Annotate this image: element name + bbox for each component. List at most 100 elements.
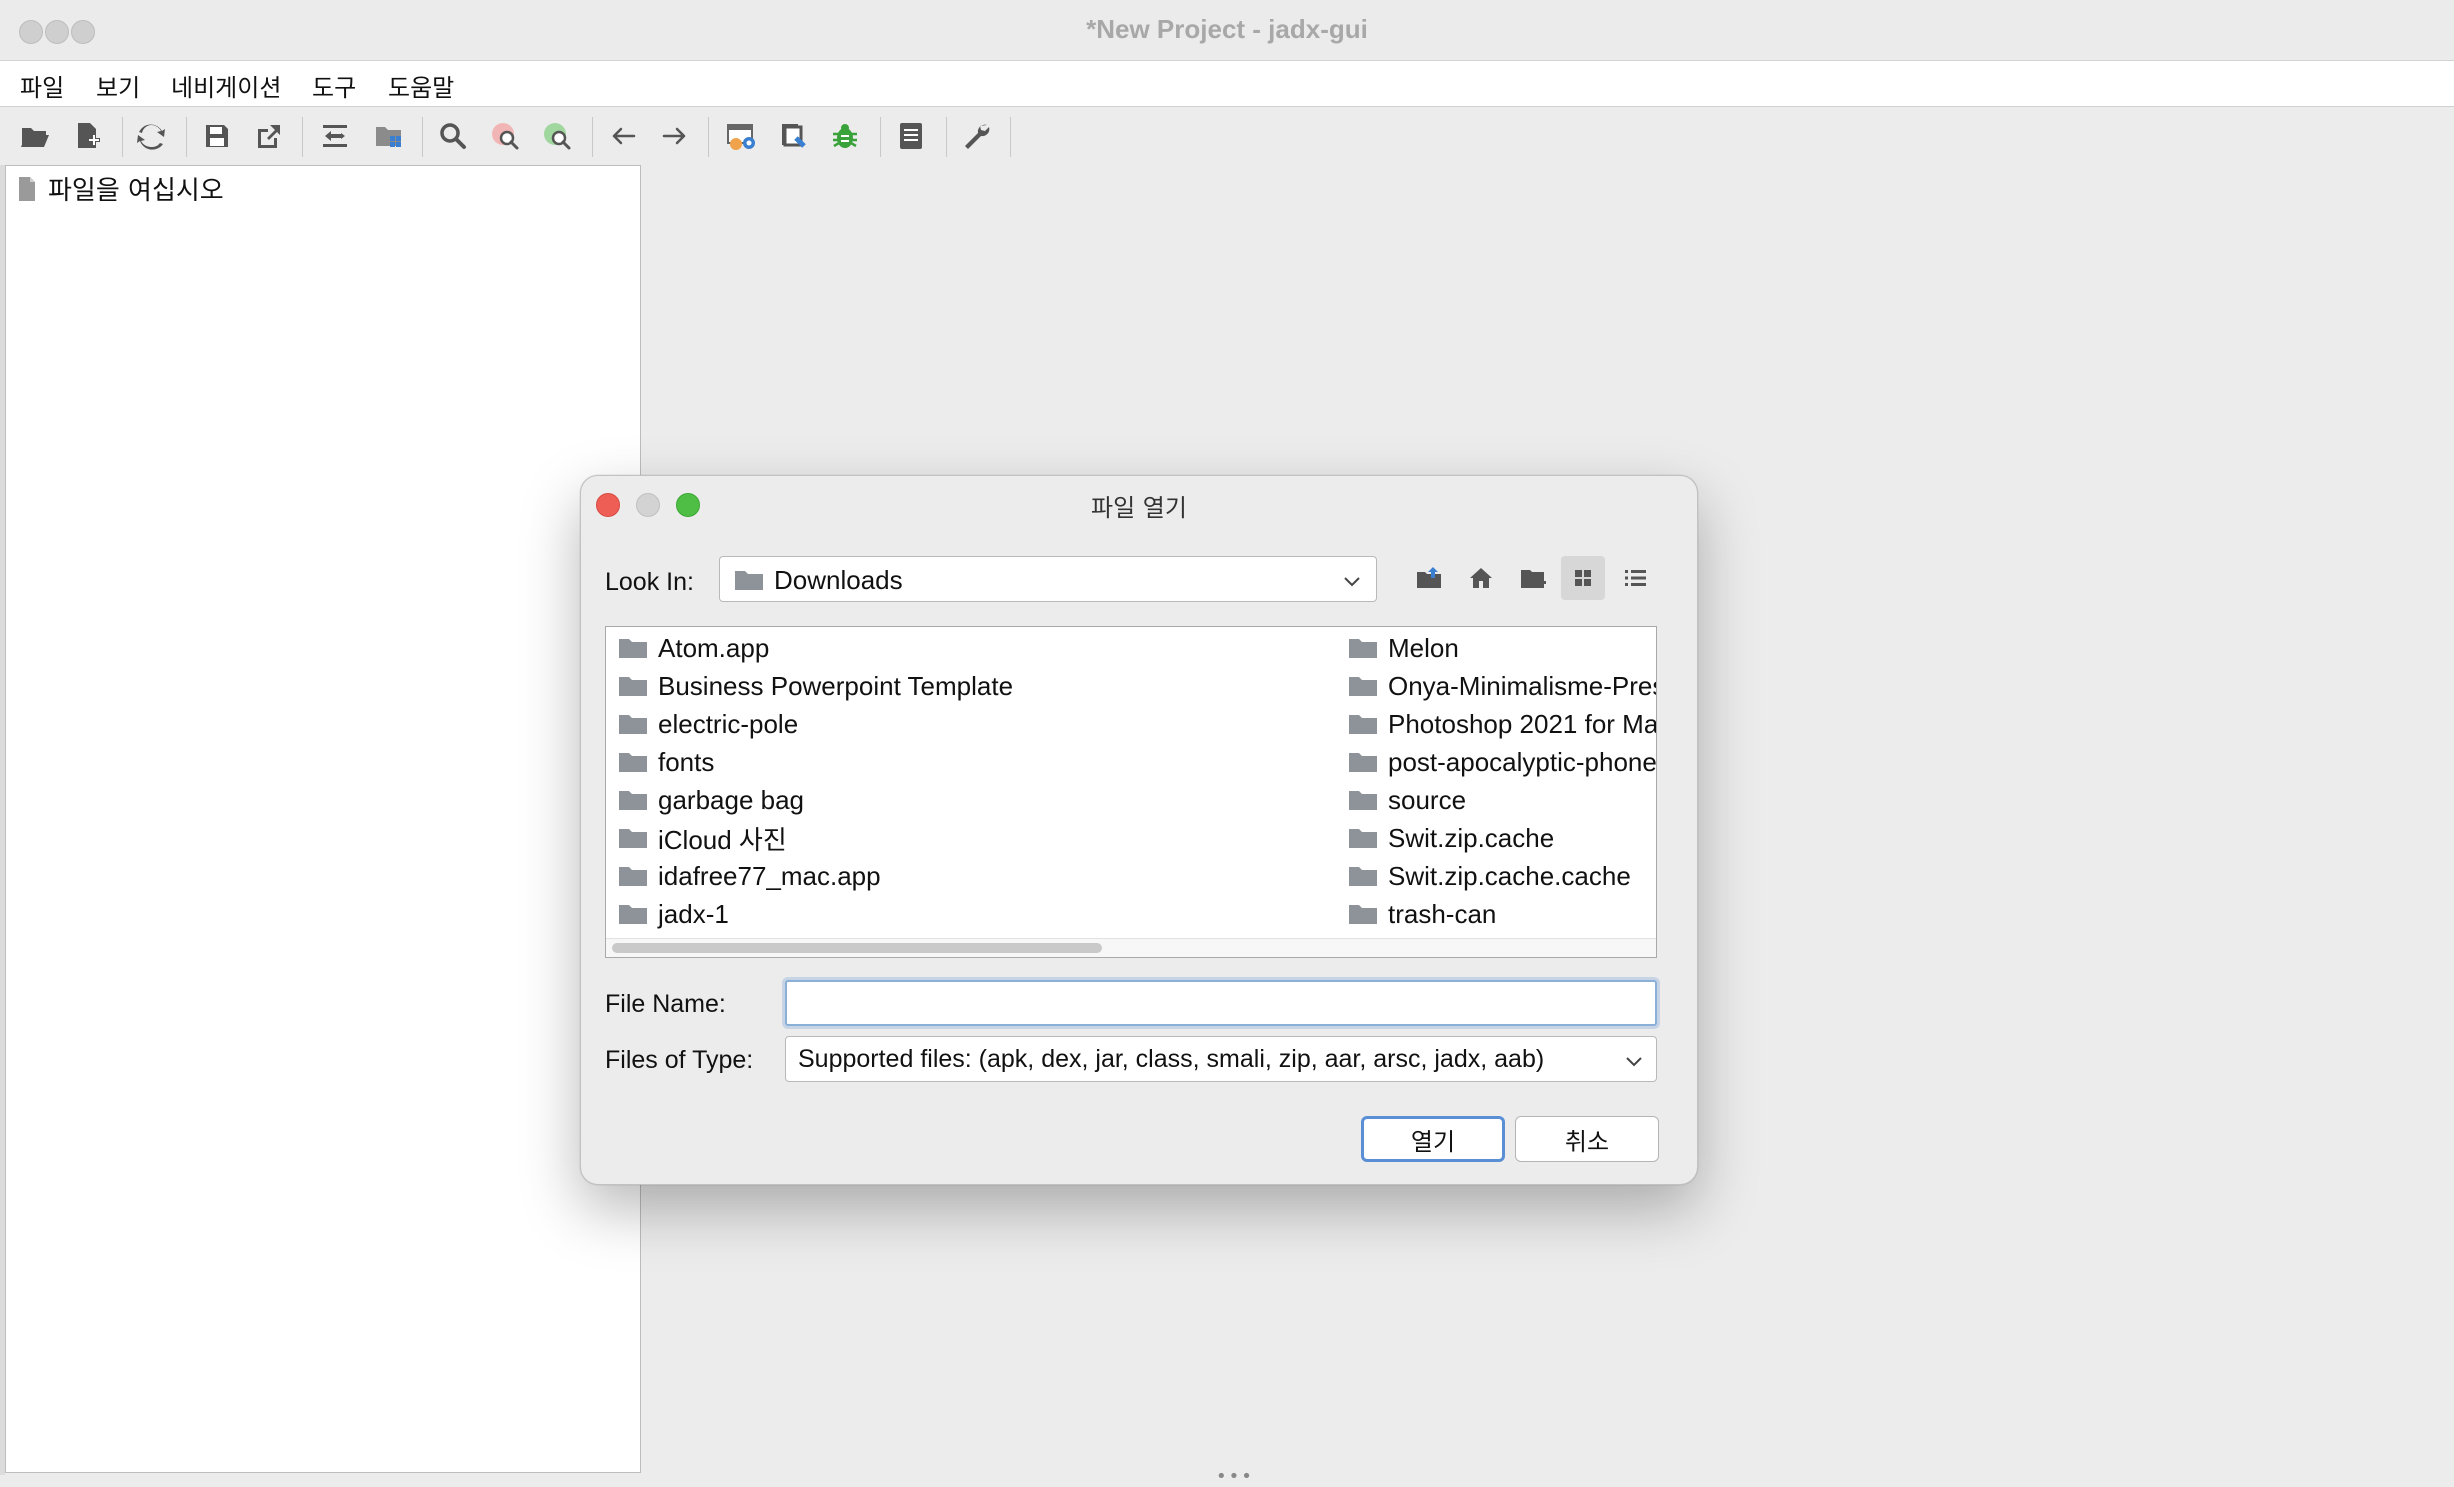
file-column-1: Atom.app Business Powerpoint Template el… (618, 629, 1013, 933)
back-icon[interactable] (602, 115, 644, 157)
file-type-value: Supported files: (apk, dex, jar, class, … (798, 1045, 1545, 1073)
list-item[interactable]: Melon (1348, 629, 1656, 667)
folder-icon (619, 791, 647, 810)
open-button[interactable]: 열기 (1361, 1116, 1505, 1162)
search-icon[interactable] (432, 115, 474, 157)
chevron-down-icon (1344, 577, 1360, 587)
list-item[interactable]: Swit.zip.cache (1348, 819, 1656, 857)
toolbar-separator (880, 117, 881, 157)
home-button[interactable] (1459, 556, 1503, 600)
list-item[interactable]: jadx-1 (618, 895, 1013, 933)
toolbar-separator (186, 117, 187, 157)
window-title: *New Project - jadx-gui (1086, 14, 1368, 44)
list-item[interactable]: electric-pole (618, 705, 1013, 743)
find-usage-icon[interactable] (484, 115, 526, 157)
find-class-icon[interactable] (536, 115, 578, 157)
open-file-dialog: 파일 열기 Look In: Downloads Atom.app Busine… (580, 475, 1698, 1185)
save-icon[interactable] (196, 115, 238, 157)
project-tree-panel[interactable]: 파일을 여십시오 (5, 165, 641, 1473)
details-view-button[interactable] (1613, 556, 1657, 600)
menu-file[interactable]: 파일 (14, 68, 70, 103)
list-item[interactable]: idafree77_mac.app (618, 857, 1013, 895)
list-item[interactable]: Business Powerpoint Template (618, 667, 1013, 705)
package-tree-icon[interactable] (368, 115, 410, 157)
list-item[interactable]: trash-can (1348, 895, 1656, 933)
folder-icon (619, 905, 647, 924)
folder-icon (1349, 639, 1377, 658)
list-item[interactable]: fonts (618, 743, 1013, 781)
folder-icon (1349, 715, 1377, 734)
list-item[interactable]: post-apocalyptic-phone (1348, 743, 1656, 781)
menu-bar: 파일 보기 네비게이션 도구 도움말 (0, 61, 2454, 107)
up-folder-icon (1417, 567, 1441, 588)
file-column-2: Melon Onya-Minimalisme-Pres Photoshop 20… (1348, 629, 1656, 933)
file-name-label: File Name: (605, 990, 726, 1018)
toolbar-separator (422, 117, 423, 157)
split-pane-handle[interactable]: ••• (1216, 1468, 1254, 1486)
home-icon (1470, 568, 1492, 588)
folder-icon (735, 571, 763, 590)
list-item[interactable]: Photoshop 2021 for Ma (1348, 705, 1656, 743)
export-icon[interactable] (248, 115, 290, 157)
horizontal-scrollbar[interactable] (606, 938, 1656, 957)
add-files-icon[interactable] (66, 115, 108, 157)
folder-icon (1349, 829, 1377, 848)
forward-icon[interactable] (654, 115, 696, 157)
list-item[interactable]: Onya-Minimalisme-Pres (1348, 667, 1656, 705)
folder-icon (619, 867, 647, 886)
up-folder-button[interactable] (1407, 556, 1451, 600)
menu-navigation[interactable]: 네비게이션 (165, 68, 287, 103)
toolbar-separator (946, 117, 947, 157)
file-icon (19, 176, 35, 201)
folder-icon (619, 715, 647, 734)
look-in-value: Downloads (774, 565, 903, 595)
menu-help[interactable]: 도움말 (382, 68, 460, 103)
look-in-label: Look In: (605, 568, 694, 596)
file-name-input[interactable] (785, 980, 1657, 1026)
toolbar-separator (592, 117, 593, 157)
title-bar: *New Project - jadx-gui (0, 0, 2454, 61)
toolbar-separator (708, 117, 709, 157)
list-item[interactable]: iCloud 사진 (618, 819, 1013, 857)
folder-icon (619, 753, 647, 772)
dialog-title: 파일 열기 (1091, 494, 1187, 522)
new-folder-icon (1521, 570, 1546, 588)
log-icon[interactable] (890, 115, 932, 157)
toolbar (0, 107, 2454, 165)
cancel-button[interactable]: 취소 (1515, 1116, 1659, 1162)
toolbar-separator (302, 117, 303, 157)
file-type-select[interactable]: Supported files: (apk, dex, jar, class, … (785, 1036, 1657, 1082)
folder-icon (619, 829, 647, 848)
chevron-down-icon (1626, 1057, 1642, 1067)
debug-icon[interactable] (824, 115, 866, 157)
tree-item-open-files[interactable]: 파일을 여십시오 (18, 170, 224, 207)
list-view-button[interactable] (1561, 556, 1605, 600)
tree-placeholder-text: 파일을 여십시오 (48, 176, 224, 206)
scrollbar-thumb[interactable] (612, 943, 1102, 953)
file-list[interactable]: Atom.app Business Powerpoint Template el… (605, 626, 1657, 958)
file-type-label: Files of Type: (605, 1046, 754, 1074)
list-item[interactable]: Swit.zip.cache.cache (1348, 857, 1656, 895)
list-item[interactable]: garbage bag (618, 781, 1013, 819)
quark-icon[interactable] (772, 115, 814, 157)
list-view-icon (1625, 570, 1646, 586)
sync-icon[interactable] (314, 115, 356, 157)
grid-view-icon (1575, 570, 1591, 586)
folder-icon (1349, 791, 1377, 810)
menu-tools[interactable]: 도구 (306, 68, 362, 103)
folder-icon (1349, 753, 1377, 772)
folder-icon (1349, 867, 1377, 886)
look-in-select[interactable]: Downloads (719, 556, 1377, 602)
list-item[interactable]: source (1348, 781, 1656, 819)
new-folder-button[interactable] (1511, 556, 1555, 600)
folder-icon (619, 677, 647, 696)
folder-icon (1349, 905, 1377, 924)
menu-view[interactable]: 보기 (90, 68, 146, 103)
toolbar-separator (122, 117, 123, 157)
list-item[interactable]: Atom.app (618, 629, 1013, 667)
deobfuscation-icon[interactable] (720, 115, 762, 157)
open-file-icon[interactable] (14, 115, 56, 157)
folder-icon (619, 639, 647, 658)
preferences-icon[interactable] (956, 115, 998, 157)
reload-icon[interactable] (130, 115, 172, 157)
